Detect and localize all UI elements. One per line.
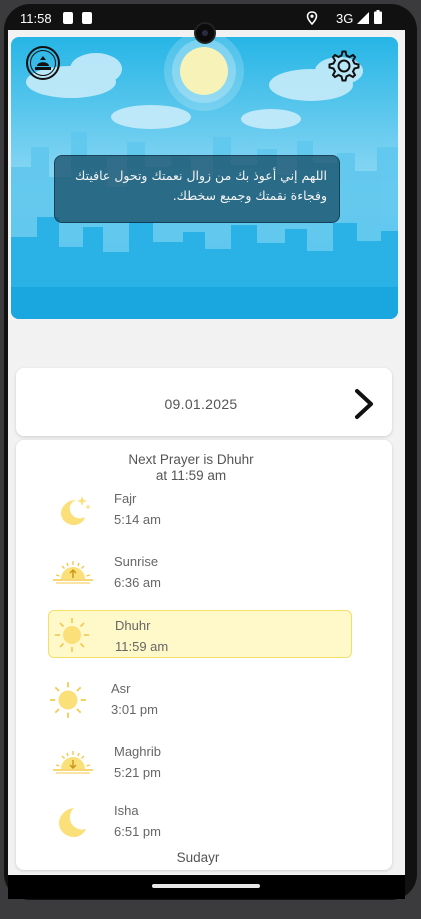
home-gesture-handle[interactable] [152,884,260,888]
header-banner: اللهم إني أعوذ بك من زوال نعمتك وتحول عا… [11,37,398,319]
sun-icon [50,682,86,718]
moon-stars-icon [61,496,91,525]
next-prayer-time: at 11:59 am [155,468,227,483]
gear-icon[interactable] [327,49,361,83]
front-camera [194,22,216,44]
network-type: 3G [336,11,354,26]
prayer-row-dhuhr: Dhuhr 11:59 am [48,610,352,658]
prayer-time: 6:36 am [114,575,161,590]
mosque-logo-icon[interactable] [25,45,61,81]
prayer-time: 6:51 pm [114,824,161,839]
device-frame: 11:58 3G اللهم إني أعوذ بك من زوال نعمتك… [0,0,421,919]
system-nav-bar [8,875,405,899]
signal-icon [357,12,369,24]
battery-icon [374,10,382,24]
prayer-time: 3:01 pm [111,702,158,717]
status-time: 11:58 [20,11,52,26]
prayer-name: Sunrise [114,554,159,569]
prayer-times-card: Next Prayer is Dhuhr at 11:59 am Fajr 5:… [16,440,392,870]
prayer-row-isha: Isha 6:51 pm [16,796,392,846]
location-label: Sudayr [176,850,220,865]
next-prayer-label: Next Prayer is Dhuhr [128,452,254,467]
sunset-icon [53,751,93,774]
prayer-row-asr: Asr 3:01 pm [16,674,392,724]
chevron-right-icon[interactable] [352,388,376,420]
moon-icon [59,808,86,837]
prayer-name: Fajr [114,491,137,506]
app-screen: اللهم إني أعوذ بك من زوال نعمتك وتحول عا… [8,30,405,875]
prayer-time: 5:21 pm [114,765,161,780]
prayer-name: Asr [111,681,131,696]
prayer-time: 5:14 am [114,512,161,527]
prayer-row-maghrib: Maghrib 5:21 pm [16,737,392,787]
notification-a-icon [63,12,73,24]
current-date: 09.01.2025 [164,396,238,412]
prayer-time: 11:59 am [115,639,169,654]
dua-text: اللهم إني أعوذ بك من زوال نعمتك وتحول عا… [54,155,340,223]
sunrise-icon [53,561,93,584]
sun-icon [55,618,89,652]
prayer-row-sunrise: Sunrise 6:36 am [16,547,392,597]
location-icon [306,11,318,25]
prayer-name: Dhuhr [115,618,151,633]
sd-card-icon [82,12,92,24]
prayer-name: Isha [114,803,139,818]
prayer-name: Maghrib [114,744,161,759]
prayer-row-fajr: Fajr 5:14 am [16,484,392,534]
date-navigator: 09.01.2025 [16,368,392,436]
